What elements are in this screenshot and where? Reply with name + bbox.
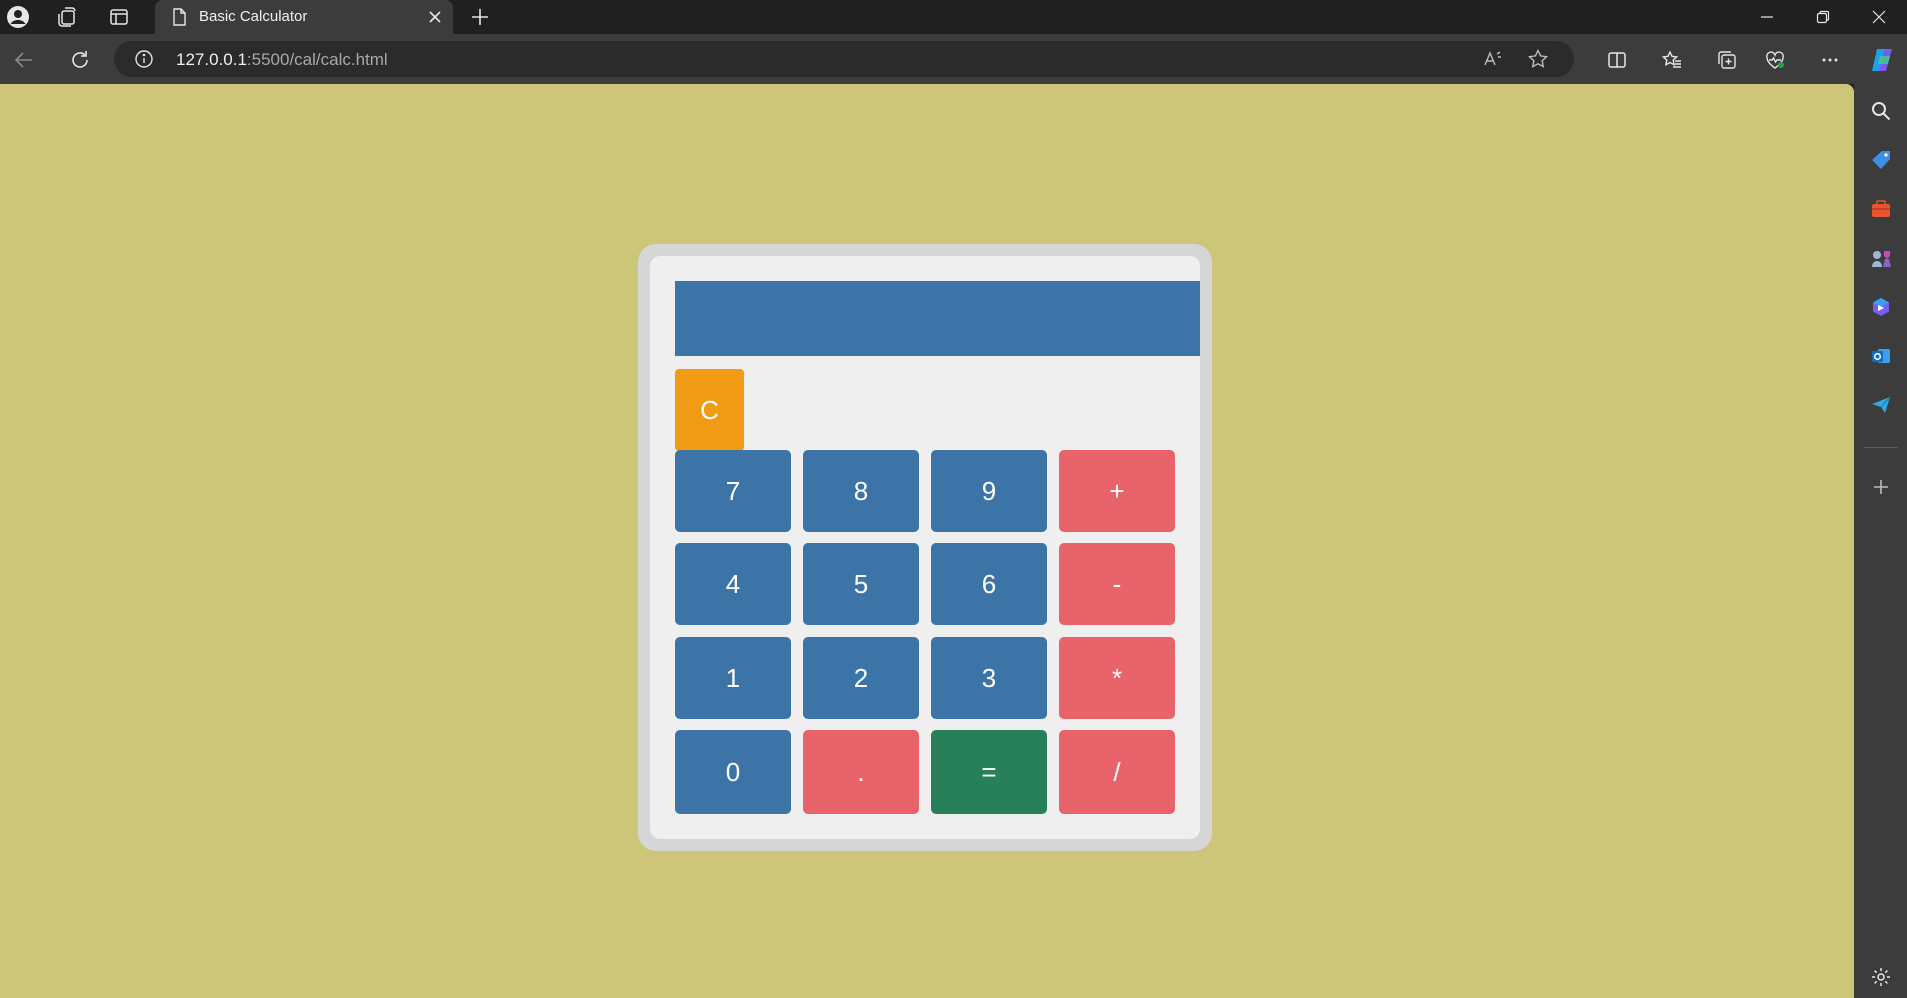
microsoft-365-icon[interactable]	[1868, 294, 1894, 320]
key-4-button[interactable]: 4	[675, 543, 791, 625]
decimal-button[interactable]: .	[803, 730, 919, 814]
add-button[interactable]: +	[1059, 450, 1175, 532]
games-icon[interactable]	[1868, 245, 1894, 271]
tab-strip: Basic Calculator	[0, 0, 1907, 34]
url-text: 127.0.0.1:5500/cal/calc.html	[176, 50, 388, 70]
tab-actions-icon[interactable]	[105, 3, 133, 31]
copilot-icon[interactable]	[1866, 44, 1898, 76]
refresh-icon[interactable]	[64, 44, 96, 76]
calculator-display[interactable]	[675, 281, 1200, 356]
new-tab-icon[interactable]	[466, 3, 494, 31]
clear-button[interactable]: C	[675, 369, 744, 451]
page-icon	[169, 7, 189, 27]
favorite-star-icon[interactable]	[1525, 46, 1551, 72]
send-icon[interactable]	[1868, 392, 1894, 418]
address-bar[interactable]: 127.0.0.1:5500/cal/calc.html	[114, 41, 1574, 77]
close-window-icon[interactable]	[1851, 0, 1907, 34]
search-icon[interactable]	[1868, 98, 1894, 124]
outlook-icon[interactable]	[1868, 343, 1894, 369]
url-path: :5500/cal/calc.html	[246, 50, 388, 69]
add-sidebar-app-icon[interactable]	[1868, 474, 1894, 500]
url-host: 127.0.0.1	[176, 50, 247, 69]
edge-sidebar	[1854, 84, 1907, 998]
calculator-body: C 7 8 9 + 4 5 6 - 1 2 3 * 0 . = /	[650, 256, 1200, 839]
equals-button[interactable]: =	[931, 730, 1047, 814]
collections-icon[interactable]	[1711, 44, 1743, 76]
multiply-button[interactable]: *	[1059, 637, 1175, 719]
tab-title: Basic Calculator	[199, 8, 308, 25]
restore-icon[interactable]	[1795, 0, 1851, 34]
sidebar-settings-icon[interactable]	[1868, 964, 1894, 990]
browser-toolbar: 127.0.0.1:5500/cal/calc.html	[0, 34, 1907, 84]
divide-button[interactable]: /	[1059, 730, 1175, 814]
tab-active[interactable]: Basic Calculator	[155, 0, 453, 34]
key-8-button[interactable]: 8	[803, 450, 919, 532]
shopping-tag-icon[interactable]	[1868, 147, 1894, 173]
subtract-button[interactable]: -	[1059, 543, 1175, 625]
key-3-button[interactable]: 3	[931, 637, 1047, 719]
key-0-button[interactable]: 0	[675, 730, 791, 814]
minimize-icon[interactable]	[1739, 0, 1795, 34]
key-9-button[interactable]: 9	[931, 450, 1047, 532]
browser-essentials-icon[interactable]	[1759, 44, 1791, 76]
back-icon[interactable]	[8, 44, 40, 76]
more-options-icon[interactable]	[1814, 44, 1846, 76]
tools-briefcase-icon[interactable]	[1868, 196, 1894, 222]
workspaces-icon[interactable]	[53, 3, 81, 31]
split-screen-icon[interactable]	[1601, 44, 1633, 76]
key-1-button[interactable]: 1	[675, 637, 791, 719]
read-aloud-icon[interactable]	[1480, 46, 1506, 72]
key-2-button[interactable]: 2	[803, 637, 919, 719]
sidebar-divider	[1864, 447, 1898, 448]
key-7-button[interactable]: 7	[675, 450, 791, 532]
calculator: C 7 8 9 + 4 5 6 - 1 2 3 * 0 . = /	[638, 244, 1212, 851]
page-viewport: C 7 8 9 + 4 5 6 - 1 2 3 * 0 . = /	[0, 84, 1854, 998]
favorites-icon[interactable]	[1656, 44, 1688, 76]
key-6-button[interactable]: 6	[931, 543, 1047, 625]
site-info-icon[interactable]	[134, 49, 154, 69]
key-5-button[interactable]: 5	[803, 543, 919, 625]
close-tab-icon[interactable]	[425, 7, 445, 27]
profile-icon[interactable]	[4, 3, 32, 31]
